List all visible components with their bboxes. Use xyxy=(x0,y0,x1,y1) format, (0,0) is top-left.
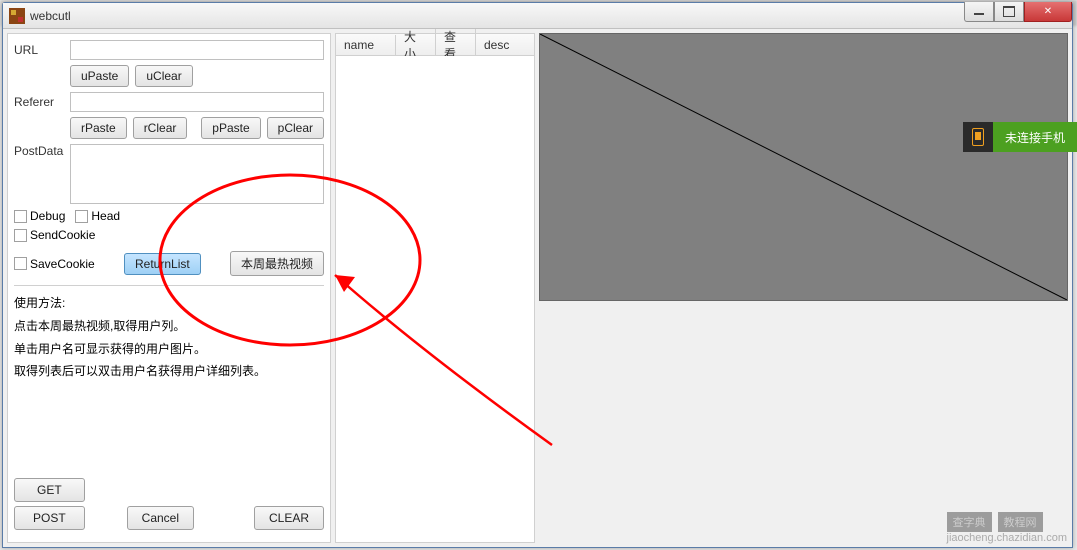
watermark: 查字典教程网 jiaocheng.chazidian.com xyxy=(947,512,1067,544)
clear-button[interactable]: CLEAR xyxy=(254,506,324,530)
debug-label: Debug xyxy=(30,209,65,223)
app-window: webcutl URL uPaste uClear Referer rPaste xyxy=(2,2,1073,548)
right-panel xyxy=(539,33,1068,543)
rpaste-button[interactable]: rPaste xyxy=(70,117,127,139)
app-icon xyxy=(9,8,25,24)
list-header[interactable]: name 大小 查看 desc xyxy=(336,34,534,56)
window-title: webcutl xyxy=(30,9,71,23)
list-body[interactable] xyxy=(336,56,534,542)
head-label: Head xyxy=(91,209,120,223)
upaste-button[interactable]: uPaste xyxy=(70,65,129,87)
uclear-button[interactable]: uClear xyxy=(135,65,192,87)
minimize-button[interactable] xyxy=(964,2,994,22)
placeholder-diagonal-icon xyxy=(540,34,1067,300)
savecookie-label: SaveCookie xyxy=(30,257,95,271)
postdata-label: PostData xyxy=(14,144,64,158)
url-input[interactable] xyxy=(70,40,324,60)
cancel-button[interactable]: Cancel xyxy=(127,506,194,530)
device-status-tag[interactable]: 未连接手机 xyxy=(963,122,1077,152)
hotvideo-button[interactable]: 本周最热视频 xyxy=(230,251,324,276)
ppaste-button[interactable]: pPaste xyxy=(201,117,260,139)
referer-input[interactable] xyxy=(70,92,324,112)
returnlist-button[interactable]: ReturnList xyxy=(124,253,201,275)
head-checkbox[interactable] xyxy=(75,210,88,223)
left-panel: URL uPaste uClear Referer rPaste rClear … xyxy=(7,33,331,543)
empty-area xyxy=(539,301,1068,543)
savecookie-checkbox[interactable] xyxy=(14,257,27,270)
list-panel: name 大小 查看 desc xyxy=(335,33,535,543)
col-desc[interactable]: desc xyxy=(476,35,534,55)
sendcookie-checkbox[interactable] xyxy=(14,229,27,242)
get-button[interactable]: GET xyxy=(14,478,85,502)
postdata-input[interactable] xyxy=(70,144,324,204)
device-status-text: 未连接手机 xyxy=(993,122,1077,152)
titlebar: webcutl xyxy=(3,3,1072,29)
close-button[interactable] xyxy=(1024,2,1072,22)
help-text: 使用方法: 点击本周最热视频,取得用户列。 单击用户名可显示获得的用户图片。 取… xyxy=(14,285,324,467)
col-name[interactable]: name xyxy=(336,35,396,55)
url-label: URL xyxy=(14,43,64,57)
phone-icon xyxy=(963,122,993,152)
rclear-button[interactable]: rClear xyxy=(133,117,188,139)
maximize-button[interactable] xyxy=(994,2,1024,22)
image-preview xyxy=(539,33,1068,301)
debug-checkbox[interactable] xyxy=(14,210,27,223)
post-button[interactable]: POST xyxy=(14,506,85,530)
pclear-button[interactable]: pClear xyxy=(267,117,324,139)
referer-label: Referer xyxy=(14,95,64,109)
sendcookie-label: SendCookie xyxy=(30,228,95,242)
window-controls xyxy=(964,2,1072,22)
